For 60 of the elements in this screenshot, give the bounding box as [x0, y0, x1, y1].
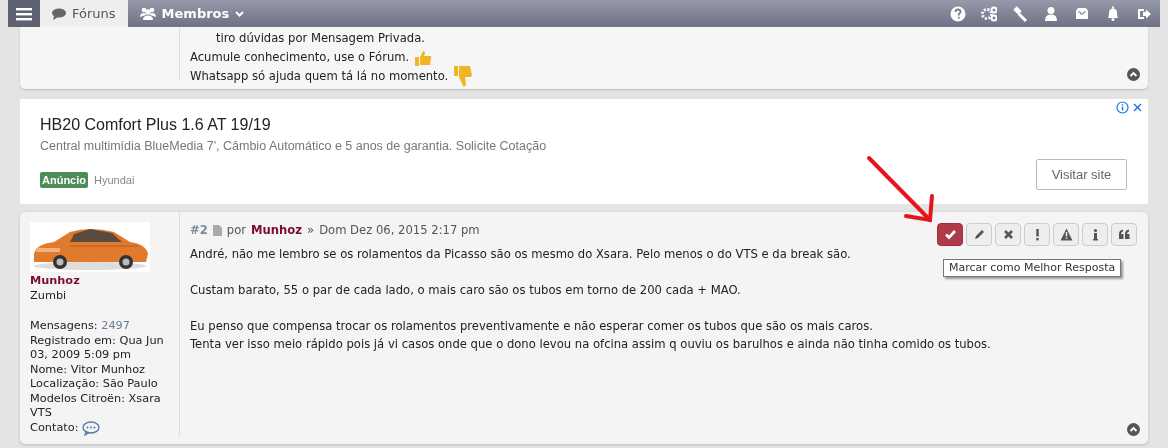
- contact-button[interactable]: [82, 420, 101, 436]
- post-by: por: [226, 222, 246, 239]
- signature-text: Acumule conhecimento, use o Fórum.: [190, 48, 410, 66]
- bell-icon[interactable]: [1105, 5, 1121, 22]
- info-icon: [1116, 101, 1129, 114]
- user-icon[interactable]: [1043, 5, 1059, 22]
- warning-icon: [1059, 228, 1073, 241]
- thumbs-up-icon: [414, 49, 433, 66]
- profile-field: Nome: Vitor Munhoz: [30, 362, 169, 377]
- report-button[interactable]: [1024, 223, 1050, 246]
- post-author[interactable]: Munhoz: [251, 221, 303, 239]
- separator: »: [307, 222, 315, 239]
- delete-button[interactable]: [995, 223, 1021, 246]
- ad-badge: Anúncio: [40, 171, 88, 189]
- profile-field: Mensagens: 2497: [30, 319, 169, 334]
- contact-label: Contato:: [30, 420, 79, 436]
- post-paragraph: Eu penso que compensa trocar os rolamentos preventivamente e não esperar comer os tubos que são os mais caros. Tenta ver isso meio rápido pois já vi casos onde que o dono levou na ofcina assim q ouviu os barulhos e ainda não tinha comido os tubos.: [190, 318, 992, 353]
- scroll-top-button[interactable]: [1127, 68, 1140, 81]
- nav-tab[interactable]: Fóruns: [40, 0, 128, 27]
- profile-field: Modelos Citroën: Xsara VTS: [30, 391, 169, 421]
- scroll-top-button[interactable]: [1127, 423, 1140, 436]
- ad-title: HB20 Comfort Plus 1.6 AT 19/19: [40, 115, 272, 135]
- gavel-icon[interactable]: [1012, 5, 1028, 22]
- post-paragraph: Custam barato, 55 o par de cada lado, o mais caro são os tubos em torno de 200 cada + MAO.: [190, 282, 742, 299]
- thumbs-down-icon: [453, 65, 474, 88]
- quote-button[interactable]: [1111, 223, 1137, 246]
- caret-icon: [235, 10, 245, 17]
- signature-text: tiro dúvidas por Mensagem Privada.: [216, 29, 425, 47]
- help-icon[interactable]: [950, 5, 966, 22]
- post-date: Dom Dez 06, 2015 2:17 pm: [319, 222, 480, 239]
- close-icon: [1001, 228, 1015, 241]
- tooltip: Marcar como Melhor Resposta: [943, 259, 1122, 277]
- check-icon: [943, 228, 957, 241]
- visit-site-button[interactable]: Visitar site: [1036, 159, 1127, 190]
- quote-icon: [1117, 228, 1131, 241]
- scroll-top-icon: [1127, 423, 1140, 436]
- profile-field: Localização: São Paulo: [30, 377, 169, 392]
- user-name[interactable]: Munhoz: [30, 274, 169, 289]
- menu-icon: [16, 6, 32, 21]
- profile-field: Registrado em: Qua Jun 03, 2009 5:09 pm: [30, 333, 169, 363]
- edit-button[interactable]: [966, 223, 992, 246]
- signature-text: Whatsapp só ajuda quem tá lá no momento.: [190, 67, 449, 85]
- pencil-icon: [972, 228, 986, 241]
- advertiser-name: Hyundai: [94, 172, 135, 188]
- post-paragraph: André, não me lembro se os rolamentos da Picasso são os mesmo do Xsara. Pelo menos o do VTS e da break são.: [190, 246, 852, 263]
- users-icon: [139, 7, 156, 20]
- info-button[interactable]: [1082, 223, 1108, 246]
- menu-button[interactable]: [8, 0, 40, 27]
- chat-icon: [82, 420, 101, 436]
- document-icon: [212, 224, 222, 236]
- settings-icon[interactable]: [981, 5, 997, 22]
- warn-button[interactable]: [1053, 223, 1079, 246]
- user-rank: Zumbi: [30, 288, 68, 303]
- inbox-icon[interactable]: [1074, 5, 1090, 22]
- nav-tab[interactable]: Membros: [127, 0, 257, 27]
- best-answer-button[interactable]: [937, 223, 963, 246]
- ad-description: Central multimídia BlueMedia 7', Câmbio Automático e 5 anos de garantia. Solicite Cotação: [40, 138, 548, 155]
- chat-icon: [52, 7, 66, 20]
- close-icon: [1131, 101, 1144, 114]
- scroll-top-icon: [1127, 68, 1140, 81]
